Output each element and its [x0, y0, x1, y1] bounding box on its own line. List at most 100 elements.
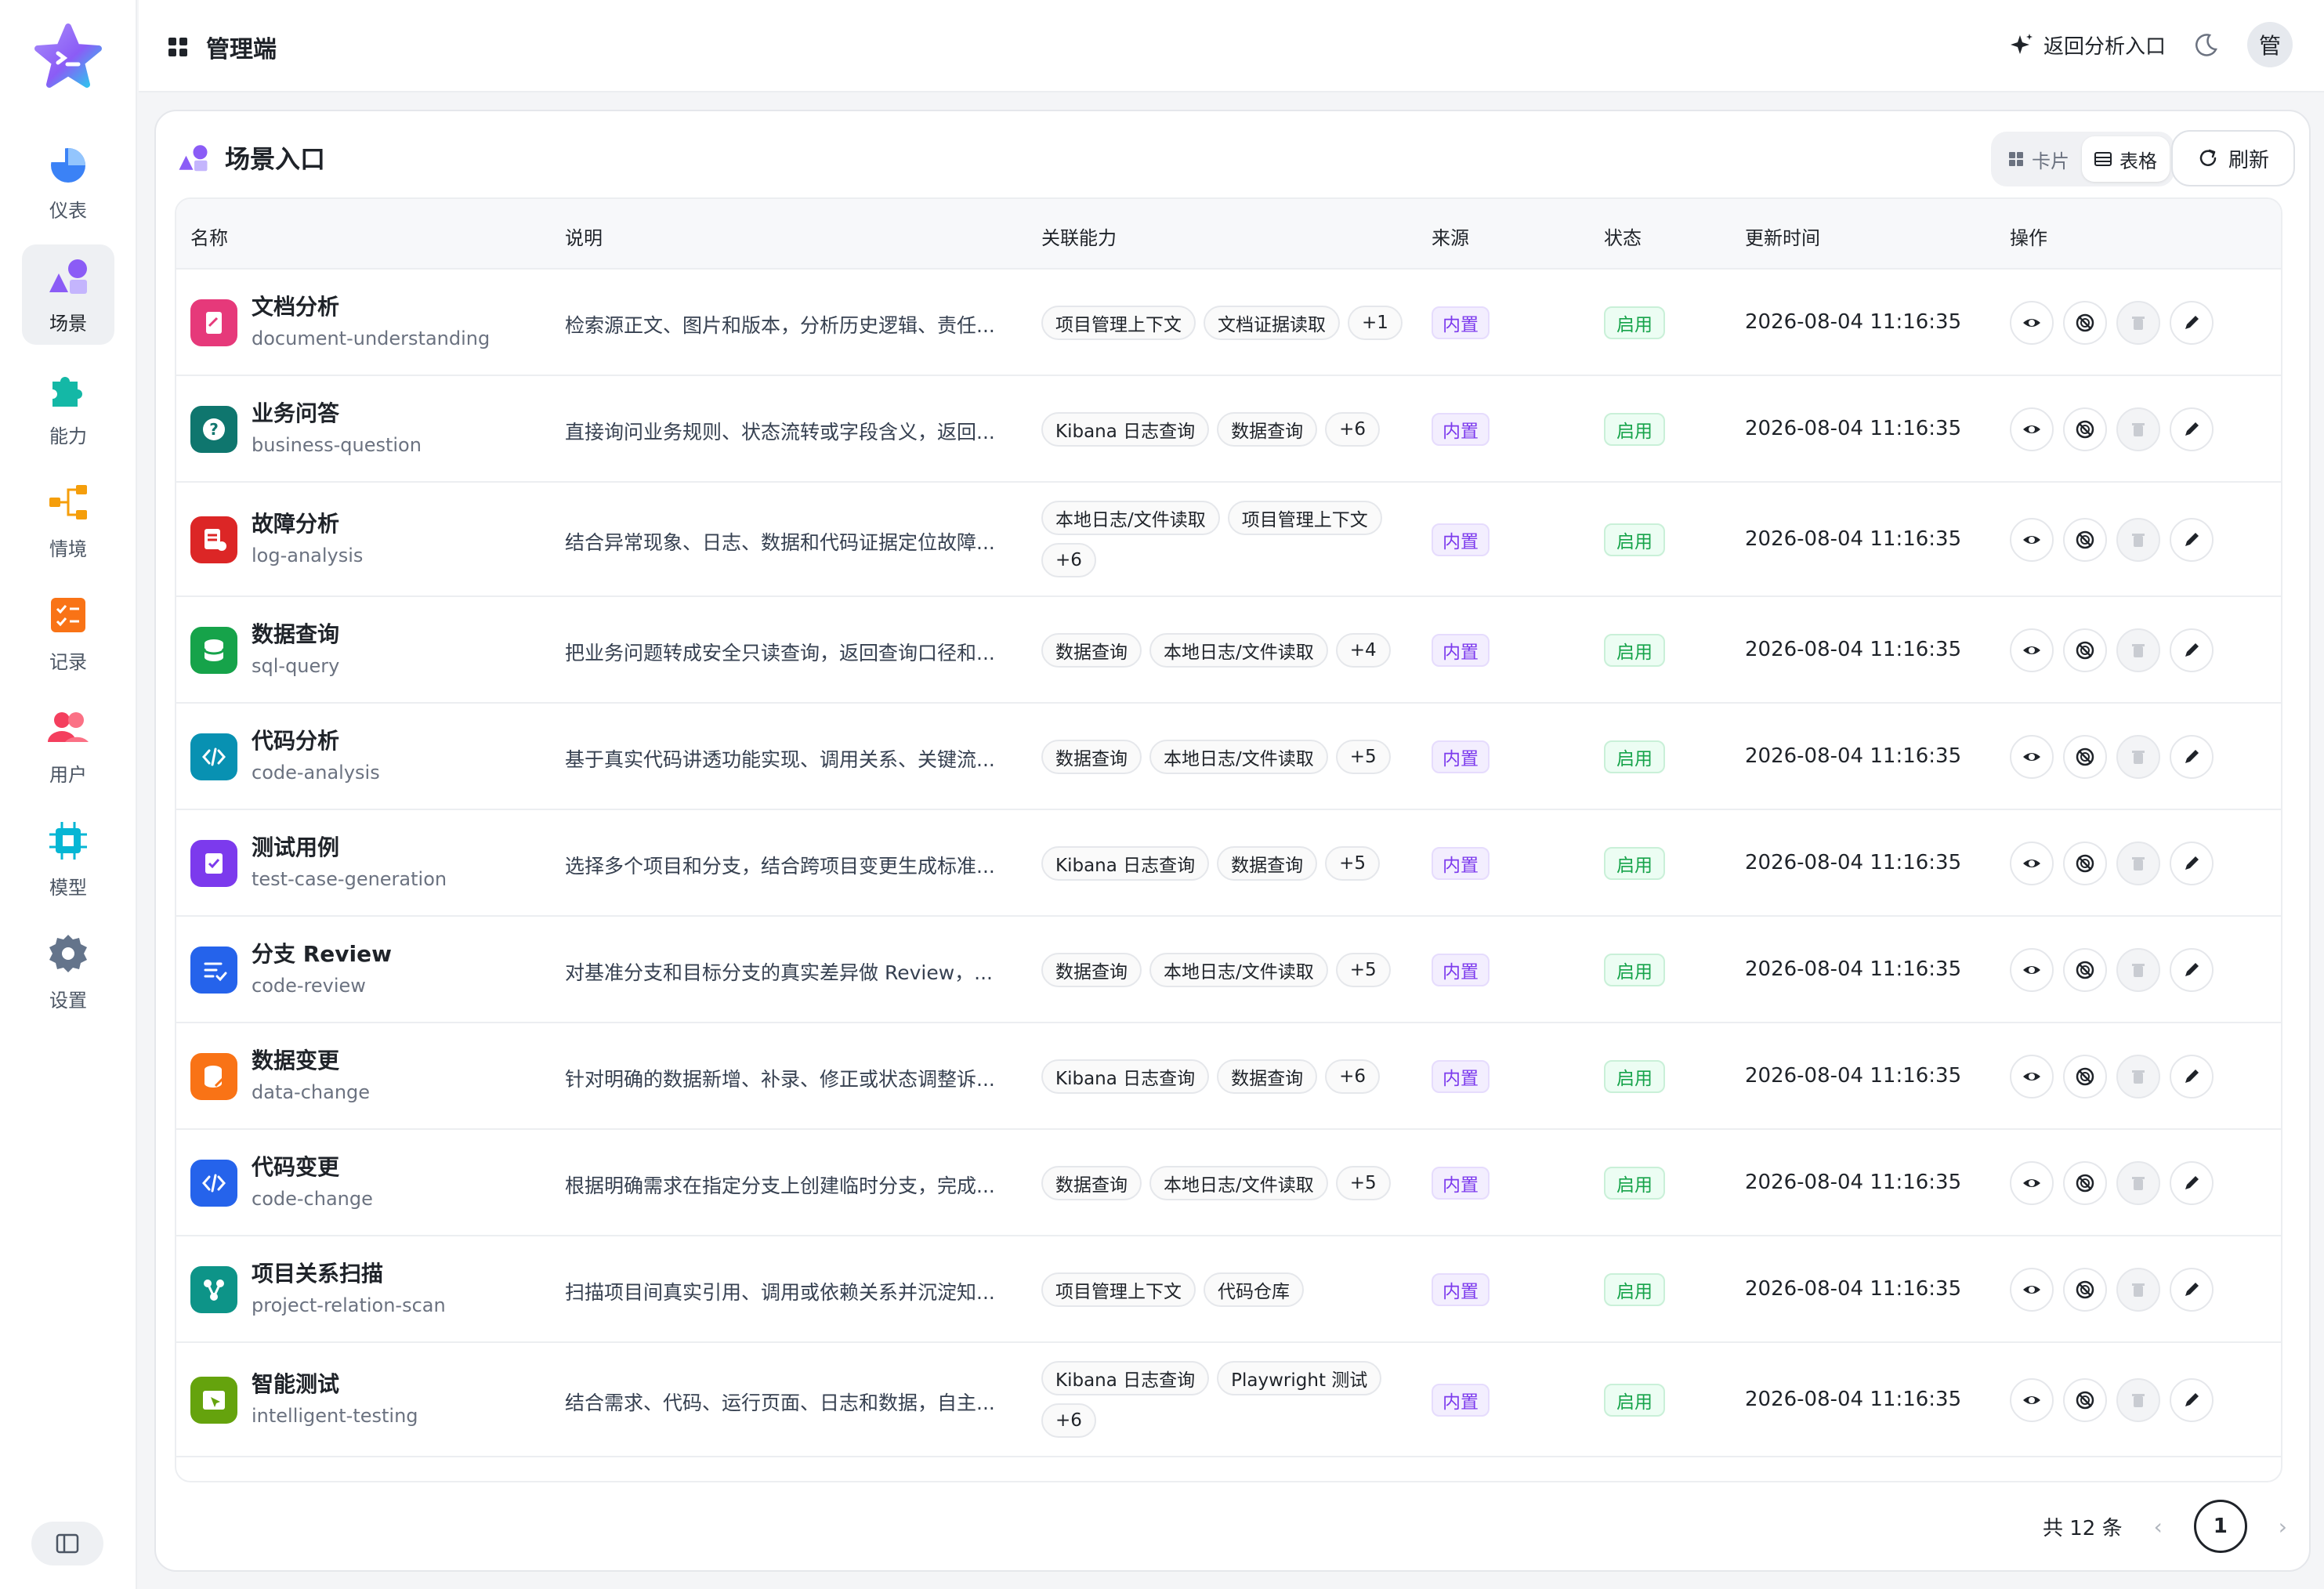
disable-button[interactable]	[2063, 1161, 2107, 1205]
prev-page-button[interactable]: ‹	[2154, 1514, 2163, 1540]
scene-name[interactable]: 代码分析	[252, 724, 339, 755]
view-button[interactable]	[2010, 842, 2054, 885]
source-badge: 内置	[1432, 1273, 1490, 1306]
row-actions	[2010, 628, 2214, 672]
delete-button[interactable]	[2116, 1055, 2160, 1099]
avatar[interactable]: 管	[2247, 22, 2293, 67]
view-button[interactable]	[2010, 407, 2054, 451]
sidebar-item-scenes[interactable]: 场景	[22, 244, 114, 345]
view-card-button[interactable]: 卡片	[1996, 136, 2082, 182]
sidebar-item-settings[interactable]: 设置	[22, 921, 114, 1022]
eye-icon	[2023, 536, 2040, 544]
view-button[interactable]	[2010, 1161, 2054, 1205]
edit-button[interactable]	[2170, 735, 2214, 779]
edit-button[interactable]	[2170, 628, 2214, 672]
disable-button[interactable]	[2063, 842, 2107, 885]
capability-tag: Kibana 日志查询	[1041, 1059, 1210, 1094]
disable-button[interactable]	[2063, 1055, 2107, 1099]
edit-button[interactable]	[2170, 518, 2214, 562]
sidebar-item-models[interactable]: 模型	[22, 809, 114, 909]
delete-button[interactable]	[2116, 948, 2160, 992]
sidebar-item-users[interactable]: 用户	[22, 696, 114, 796]
view-button[interactable]	[2010, 948, 2054, 992]
scene-name[interactable]: 业务问答	[252, 396, 339, 428]
edit-button[interactable]	[2170, 407, 2214, 451]
edit-button[interactable]	[2170, 1268, 2214, 1312]
disable-button[interactable]	[2063, 407, 2107, 451]
table-row[interactable]: 代码变更 code-change 根据明确需求在指定分支上创建临时分支，完成... 数…	[176, 1130, 2281, 1236]
edit-button[interactable]	[2170, 1055, 2214, 1099]
view-button[interactable]	[2010, 1378, 2054, 1422]
table-row[interactable]: 数据变更 data-change 针对明确的数据新增、补录、修正或状态调整诉... K…	[176, 1023, 2281, 1130]
scene-name[interactable]: 分支 Review	[252, 937, 392, 968]
delete-button[interactable]	[2116, 1161, 2160, 1205]
delete-button[interactable]	[2116, 628, 2160, 672]
delete-button[interactable]	[2116, 842, 2160, 885]
table-row[interactable]: 分支 Review code-review 对基准分支和目标分支的真实差异做 Rev…	[176, 917, 2281, 1023]
sidebar-item-context[interactable]: 情境	[22, 470, 114, 570]
refresh-button[interactable]: 刷新	[2171, 130, 2295, 186]
edit-button[interactable]	[2170, 301, 2214, 345]
edit-button[interactable]	[2170, 1161, 2214, 1205]
view-button[interactable]	[2010, 1268, 2054, 1312]
table-row[interactable]: 故障分析 log-analysis 结合异常现象、日志、数据和代码证据定位故障...…	[176, 483, 2281, 597]
view-button[interactable]	[2010, 735, 2054, 779]
disable-button[interactable]	[2063, 518, 2107, 562]
scene-code: document-understanding	[252, 328, 491, 349]
capability-tag: 本地日志/文件读取	[1149, 633, 1328, 668]
edit-button[interactable]	[2170, 948, 2214, 992]
scene-name[interactable]: 数据查询	[252, 617, 339, 649]
scene-name[interactable]: 项目关系扫描	[252, 1257, 383, 1288]
scene-name[interactable]: 代码变更	[252, 1150, 339, 1182]
disable-button[interactable]	[2063, 1268, 2107, 1312]
view-button[interactable]	[2010, 628, 2054, 672]
back-to-analysis-link[interactable]: 返回分析入口	[2009, 31, 2166, 60]
delete-button[interactable]	[2116, 735, 2160, 779]
delete-button[interactable]	[2116, 1378, 2160, 1422]
capability-tag: +1	[1348, 306, 1403, 340]
capability-tag: 本地日志/文件读取	[1149, 1166, 1328, 1200]
disable-button[interactable]	[2063, 301, 2107, 345]
updated-time: 2026-08-04 11:16:35	[1745, 1388, 1962, 1411]
view-button[interactable]	[2010, 518, 2054, 562]
sidebar-item-dashboard[interactable]: 仪表	[22, 132, 114, 232]
table-row[interactable]: 智能测试 intelligent-testing 结合需求、代码、运行页面、日志和数…	[176, 1343, 2281, 1457]
table-row[interactable]: 数据查询 sql-query 把业务问题转成安全只读查询，返回查询口径和... 数据查…	[176, 597, 2281, 704]
eye-icon	[2023, 1286, 2040, 1294]
sidebar-collapse-button[interactable]	[31, 1522, 103, 1565]
next-page-button[interactable]: ›	[2279, 1514, 2287, 1540]
scene-name[interactable]: 数据变更	[252, 1044, 339, 1075]
delete-button[interactable]	[2116, 518, 2160, 562]
eye-icon	[2023, 753, 2040, 761]
capability-tag: 项目管理上下文	[1227, 501, 1382, 535]
view-table-button[interactable]: 表格	[2082, 136, 2170, 182]
scene-name[interactable]: 智能测试	[252, 1367, 339, 1399]
delete-button[interactable]	[2116, 407, 2160, 451]
disable-button[interactable]	[2063, 628, 2107, 672]
scene-name[interactable]: 故障分析	[252, 507, 339, 538]
scene-name[interactable]: 测试用例	[252, 831, 339, 862]
table-row[interactable]: 文档分析 document-understanding 检索源正文、图片和版本，分析…	[176, 270, 2281, 376]
disable-icon	[2076, 313, 2094, 332]
sidebar-item-capabilities[interactable]: 能力	[22, 357, 114, 458]
table-row[interactable]: ? 业务问答 business-question 直接询问业务规则、状态流转或字段含义…	[176, 376, 2281, 483]
delete-button[interactable]	[2116, 301, 2160, 345]
table-row[interactable]: 代码分析 code-analysis 基于真实代码讲透功能实现、调用关系、关键流..…	[176, 704, 2281, 810]
disable-button[interactable]	[2063, 1378, 2107, 1422]
edit-button[interactable]	[2170, 1378, 2214, 1422]
scene-name[interactable]: 文档分析	[252, 290, 339, 321]
view-button[interactable]	[2010, 1055, 2054, 1099]
moon-icon[interactable]	[2194, 32, 2219, 57]
table-row[interactable]: 测试用例 test-case-generation 选择多个项目和分支，结合跨项目变…	[176, 810, 2281, 917]
view-button[interactable]	[2010, 301, 2054, 345]
chip-icon	[49, 821, 87, 860]
page-number-button[interactable]: 1	[2193, 1500, 2247, 1553]
delete-button[interactable]	[2116, 1268, 2160, 1312]
sidebar-item-records[interactable]: 记录	[22, 583, 114, 683]
table-row[interactable]: 项目关系扫描 project-relation-scan 扫描项目间真实引用、调用或…	[176, 1236, 2281, 1343]
disable-button[interactable]	[2063, 735, 2107, 779]
scene-icon	[190, 1053, 237, 1100]
disable-button[interactable]	[2063, 948, 2107, 992]
disable-icon	[2076, 1391, 2094, 1410]
edit-button[interactable]	[2170, 842, 2214, 885]
